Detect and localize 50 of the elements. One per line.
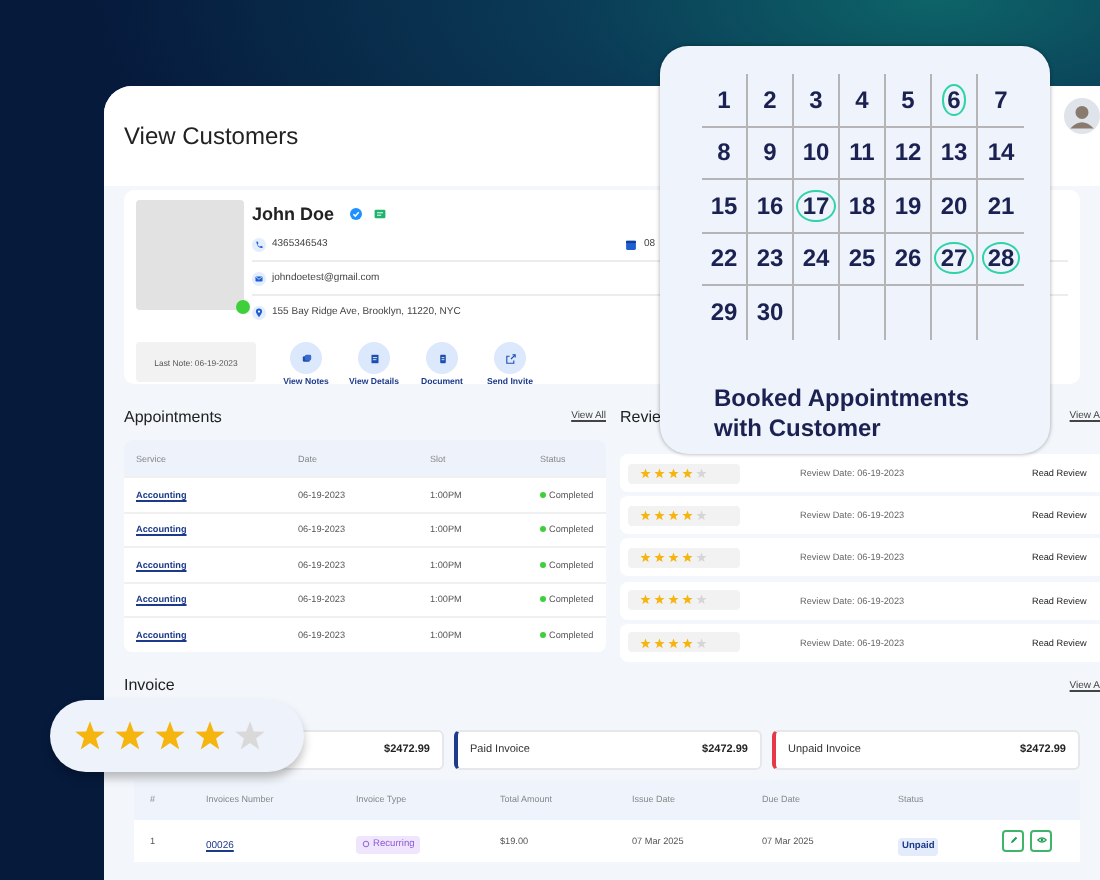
avatar-icon[interactable] (1064, 98, 1100, 134)
calendar-day: 13 (934, 136, 974, 169)
calendar-day: 14 (981, 136, 1021, 169)
phone-icon (252, 237, 266, 251)
calendar-icon (624, 237, 638, 251)
calendar-day: 16 (750, 189, 790, 222)
calendar-day: 7 (988, 83, 1014, 116)
details-icon (367, 351, 381, 365)
calendar-day: 5 (895, 83, 921, 116)
calendar-day: 29 (704, 296, 744, 329)
calendar-day: 4 (849, 83, 875, 116)
calendar-day: 30 (750, 296, 790, 329)
calendar-day: 10 (796, 136, 836, 169)
calendar-day: 26 (888, 242, 928, 275)
calendar-day: 19 (888, 189, 928, 222)
calendar-day: 23 (750, 242, 790, 275)
section-title: Revie (620, 407, 661, 425)
edit-button[interactable] (1002, 829, 1024, 852)
calendar-caption: Booked Appointments with Customer (714, 383, 972, 443)
calendar-day: 15 (704, 189, 744, 222)
calendar-day: 22 (704, 242, 744, 275)
calendar-day: 27 (934, 242, 974, 275)
calendar-day: 17 (796, 189, 836, 222)
calendar-day: 6 (941, 83, 967, 116)
mail-icon (252, 271, 266, 285)
section-title: Invoice (124, 676, 175, 695)
notes-icon (299, 351, 313, 365)
view-button[interactable] (1030, 829, 1052, 852)
eye-icon (1035, 834, 1047, 847)
share-icon (503, 351, 517, 365)
calendar-day: 20 (934, 189, 974, 222)
calendar-day: 28 (981, 242, 1021, 275)
calendar-day: 9 (757, 136, 783, 169)
customer-name: John Doe (252, 204, 335, 224)
calendar-day: 25 (842, 242, 882, 275)
pencil-icon (1007, 834, 1019, 847)
calendar-day: 2 (757, 83, 783, 116)
chat-icon[interactable] (374, 208, 387, 220)
location-pin-icon (252, 305, 266, 319)
calendar-day: 24 (796, 242, 836, 275)
calendar-day: 12 (888, 136, 928, 169)
calendar-day: 11 (843, 136, 881, 169)
ring-icon (362, 840, 370, 849)
calendar-day: 3 (803, 83, 829, 116)
calendar-day: 1 (711, 83, 737, 116)
calendar-day: 18 (842, 189, 882, 222)
page-title: View Customers (124, 122, 299, 150)
calendar-day: 8 (711, 136, 737, 169)
calendar-day: 21 (981, 189, 1021, 222)
section-title: Appointments (124, 407, 222, 425)
